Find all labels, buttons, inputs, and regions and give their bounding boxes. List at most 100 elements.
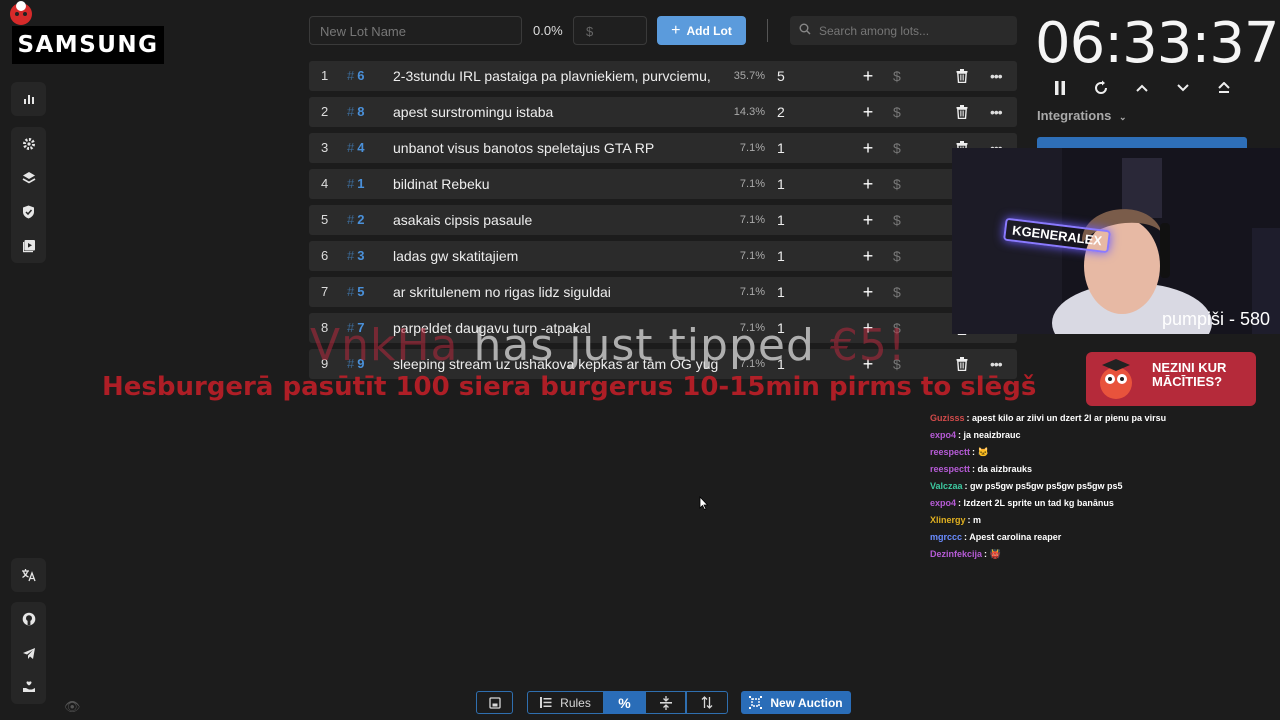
sidebar-group-top: [11, 82, 46, 116]
lot-row[interactable]: 3 #4 unbanot visus banotos speletajus GT…: [309, 133, 1017, 163]
webcam-overlay: KGENERALEX pumpiši - 580: [952, 148, 1280, 334]
trash-icon[interactable]: [956, 61, 972, 91]
dollar-icon[interactable]: $: [893, 169, 901, 199]
lot-id: #3: [347, 248, 365, 263]
telegram-icon[interactable]: [11, 636, 46, 670]
lot-name[interactable]: bildinat Rebeku: [393, 169, 723, 199]
lot-row[interactable]: 6 #3 ladas gw skatitajiem 7.1% 1 + $ •••: [309, 241, 1017, 271]
lot-row[interactable]: 4 #1 bildinat Rebeku 7.1% 1 + $ •••: [309, 169, 1017, 199]
sort-toggle[interactable]: [686, 691, 728, 714]
add-amount-icon[interactable]: +: [859, 241, 877, 271]
ad-banner: NEZINI KUR MĀCĪTIES?: [1086, 352, 1256, 406]
donate-icon[interactable]: [11, 670, 46, 704]
new-lot-amount-input[interactable]: $: [573, 16, 647, 45]
list-icon: [540, 697, 552, 708]
chat-username[interactable]: reespectt: [930, 447, 970, 457]
layers-icon[interactable]: [11, 161, 46, 195]
github-icon[interactable]: [11, 602, 46, 636]
chat-username[interactable]: expo4: [930, 430, 956, 440]
dollar-icon[interactable]: $: [893, 277, 901, 307]
add-amount-icon[interactable]: +: [859, 169, 877, 199]
lot-row[interactable]: 2 #8 apest surstromingu istaba 14.3% 2 +…: [309, 97, 1017, 127]
search-input[interactable]: Search among lots...: [790, 16, 1017, 45]
lot-amount[interactable]: 1: [777, 133, 785, 163]
lot-name[interactable]: apest surstromingu istaba: [393, 97, 723, 127]
chat-message: Xlinergy: m: [930, 512, 1270, 529]
divider: [767, 19, 768, 42]
lot-name[interactable]: ar skritulenem no rigas lidz siguldai: [393, 277, 723, 307]
new-lot-name-input[interactable]: New Lot Name: [309, 16, 522, 45]
lot-amount[interactable]: 1: [777, 241, 785, 271]
chat-username[interactable]: Valczaa: [930, 481, 963, 491]
lot-percent: 7.1%: [739, 142, 765, 154]
add-lot-button[interactable]: + Add Lot: [657, 16, 746, 45]
integrations-dropdown[interactable]: Integrations ⌄: [1037, 108, 1127, 123]
chat-username[interactable]: expo4: [930, 498, 956, 508]
lot-name[interactable]: unbanot visus banotos speletajus GTA RP: [393, 133, 723, 163]
add-amount-icon[interactable]: +: [859, 205, 877, 235]
lot-amount[interactable]: 1: [777, 277, 785, 307]
compact-toggle[interactable]: [645, 691, 686, 714]
dollar-icon[interactable]: $: [893, 61, 901, 91]
sidebar-group-language: [11, 558, 46, 592]
dollar-icon[interactable]: $: [893, 241, 901, 271]
lot-index: 7: [321, 284, 329, 299]
shield-icon[interactable]: [11, 195, 46, 229]
lot-name[interactable]: ladas gw skatitajiem: [393, 241, 723, 271]
gear-icon[interactable]: [11, 127, 46, 161]
more-options-icon[interactable]: •••: [990, 61, 1006, 91]
lot-percent: 35.7%: [733, 70, 765, 82]
dollar-icon[interactable]: $: [893, 133, 901, 163]
add-amount-icon[interactable]: +: [859, 133, 877, 163]
chevron-down-icon[interactable]: [1170, 76, 1196, 100]
lot-amount[interactable]: 1: [777, 169, 785, 199]
lot-amount[interactable]: 5: [777, 61, 785, 91]
add-amount-icon[interactable]: +: [859, 277, 877, 307]
sidebar-group-links: [11, 602, 46, 704]
chat-username[interactable]: Dezinfekcija: [930, 549, 982, 559]
lot-id-value: 2: [357, 212, 365, 227]
rules-button[interactable]: Rules: [527, 691, 604, 714]
lot-id-value: 1: [357, 176, 365, 191]
chat-username[interactable]: Xlinergy: [930, 515, 966, 525]
reset-icon[interactable]: [1088, 76, 1114, 100]
chat-username[interactable]: Guzisss: [930, 413, 965, 423]
more-options-icon[interactable]: •••: [990, 97, 1006, 127]
add-amount-icon[interactable]: +: [859, 61, 877, 91]
lot-amount[interactable]: 1: [777, 205, 785, 235]
new-lot-percent: 0.0%: [533, 23, 563, 38]
video-icon[interactable]: [11, 229, 46, 263]
lot-row[interactable]: 7 #5 ar skritulenem no rigas lidz siguld…: [309, 277, 1017, 307]
lot-id: #8: [347, 104, 365, 119]
double-chevron-up-icon[interactable]: [1211, 76, 1237, 100]
chat-username[interactable]: mgrccc: [930, 532, 962, 542]
new-auction-label: New Auction: [770, 695, 843, 710]
lot-id-value: 4: [357, 140, 365, 155]
pause-icon[interactable]: [1047, 76, 1073, 100]
lot-name[interactable]: 2-3stundu IRL pastaiga pa plavniekiem, p…: [393, 61, 723, 91]
lot-amount[interactable]: 2: [777, 97, 785, 127]
tip-alert: VnkHa has just tipped €5!: [310, 320, 907, 371]
dollar-icon[interactable]: $: [893, 97, 901, 127]
rules-label: Rules: [560, 695, 591, 710]
percent-toggle[interactable]: %: [604, 691, 645, 714]
add-amount-icon[interactable]: +: [859, 97, 877, 127]
chevron-up-icon[interactable]: [1129, 76, 1155, 100]
lot-name[interactable]: asakais cipsis pasaule: [393, 205, 723, 235]
lot-row[interactable]: 5 #2 asakais cipsis pasaule 7.1% 1 + $ •…: [309, 205, 1017, 235]
chat-text: : gw ps5gw ps5gw ps5gw ps5gw ps5: [964, 481, 1123, 491]
lot-id: #4: [347, 140, 365, 155]
eye-icon[interactable]: 👁: [64, 699, 81, 715]
chat-username[interactable]: reespectt: [930, 464, 970, 474]
lot-row[interactable]: 1 #6 2-3stundu IRL pastaiga pa plavnieki…: [309, 61, 1017, 91]
stats-icon[interactable]: [11, 82, 46, 116]
chat-text: : 🐱: [972, 447, 989, 457]
lot-percent: 7.1%: [739, 178, 765, 190]
dollar-icon[interactable]: $: [893, 205, 901, 235]
translate-icon[interactable]: [11, 558, 46, 592]
new-auction-button[interactable]: New Auction: [741, 691, 851, 714]
trash-icon[interactable]: [956, 97, 972, 127]
save-button[interactable]: [476, 691, 513, 714]
lot-percent: 7.1%: [739, 250, 765, 262]
chat-message: expo4: ja neaizbrauc: [930, 427, 1270, 444]
